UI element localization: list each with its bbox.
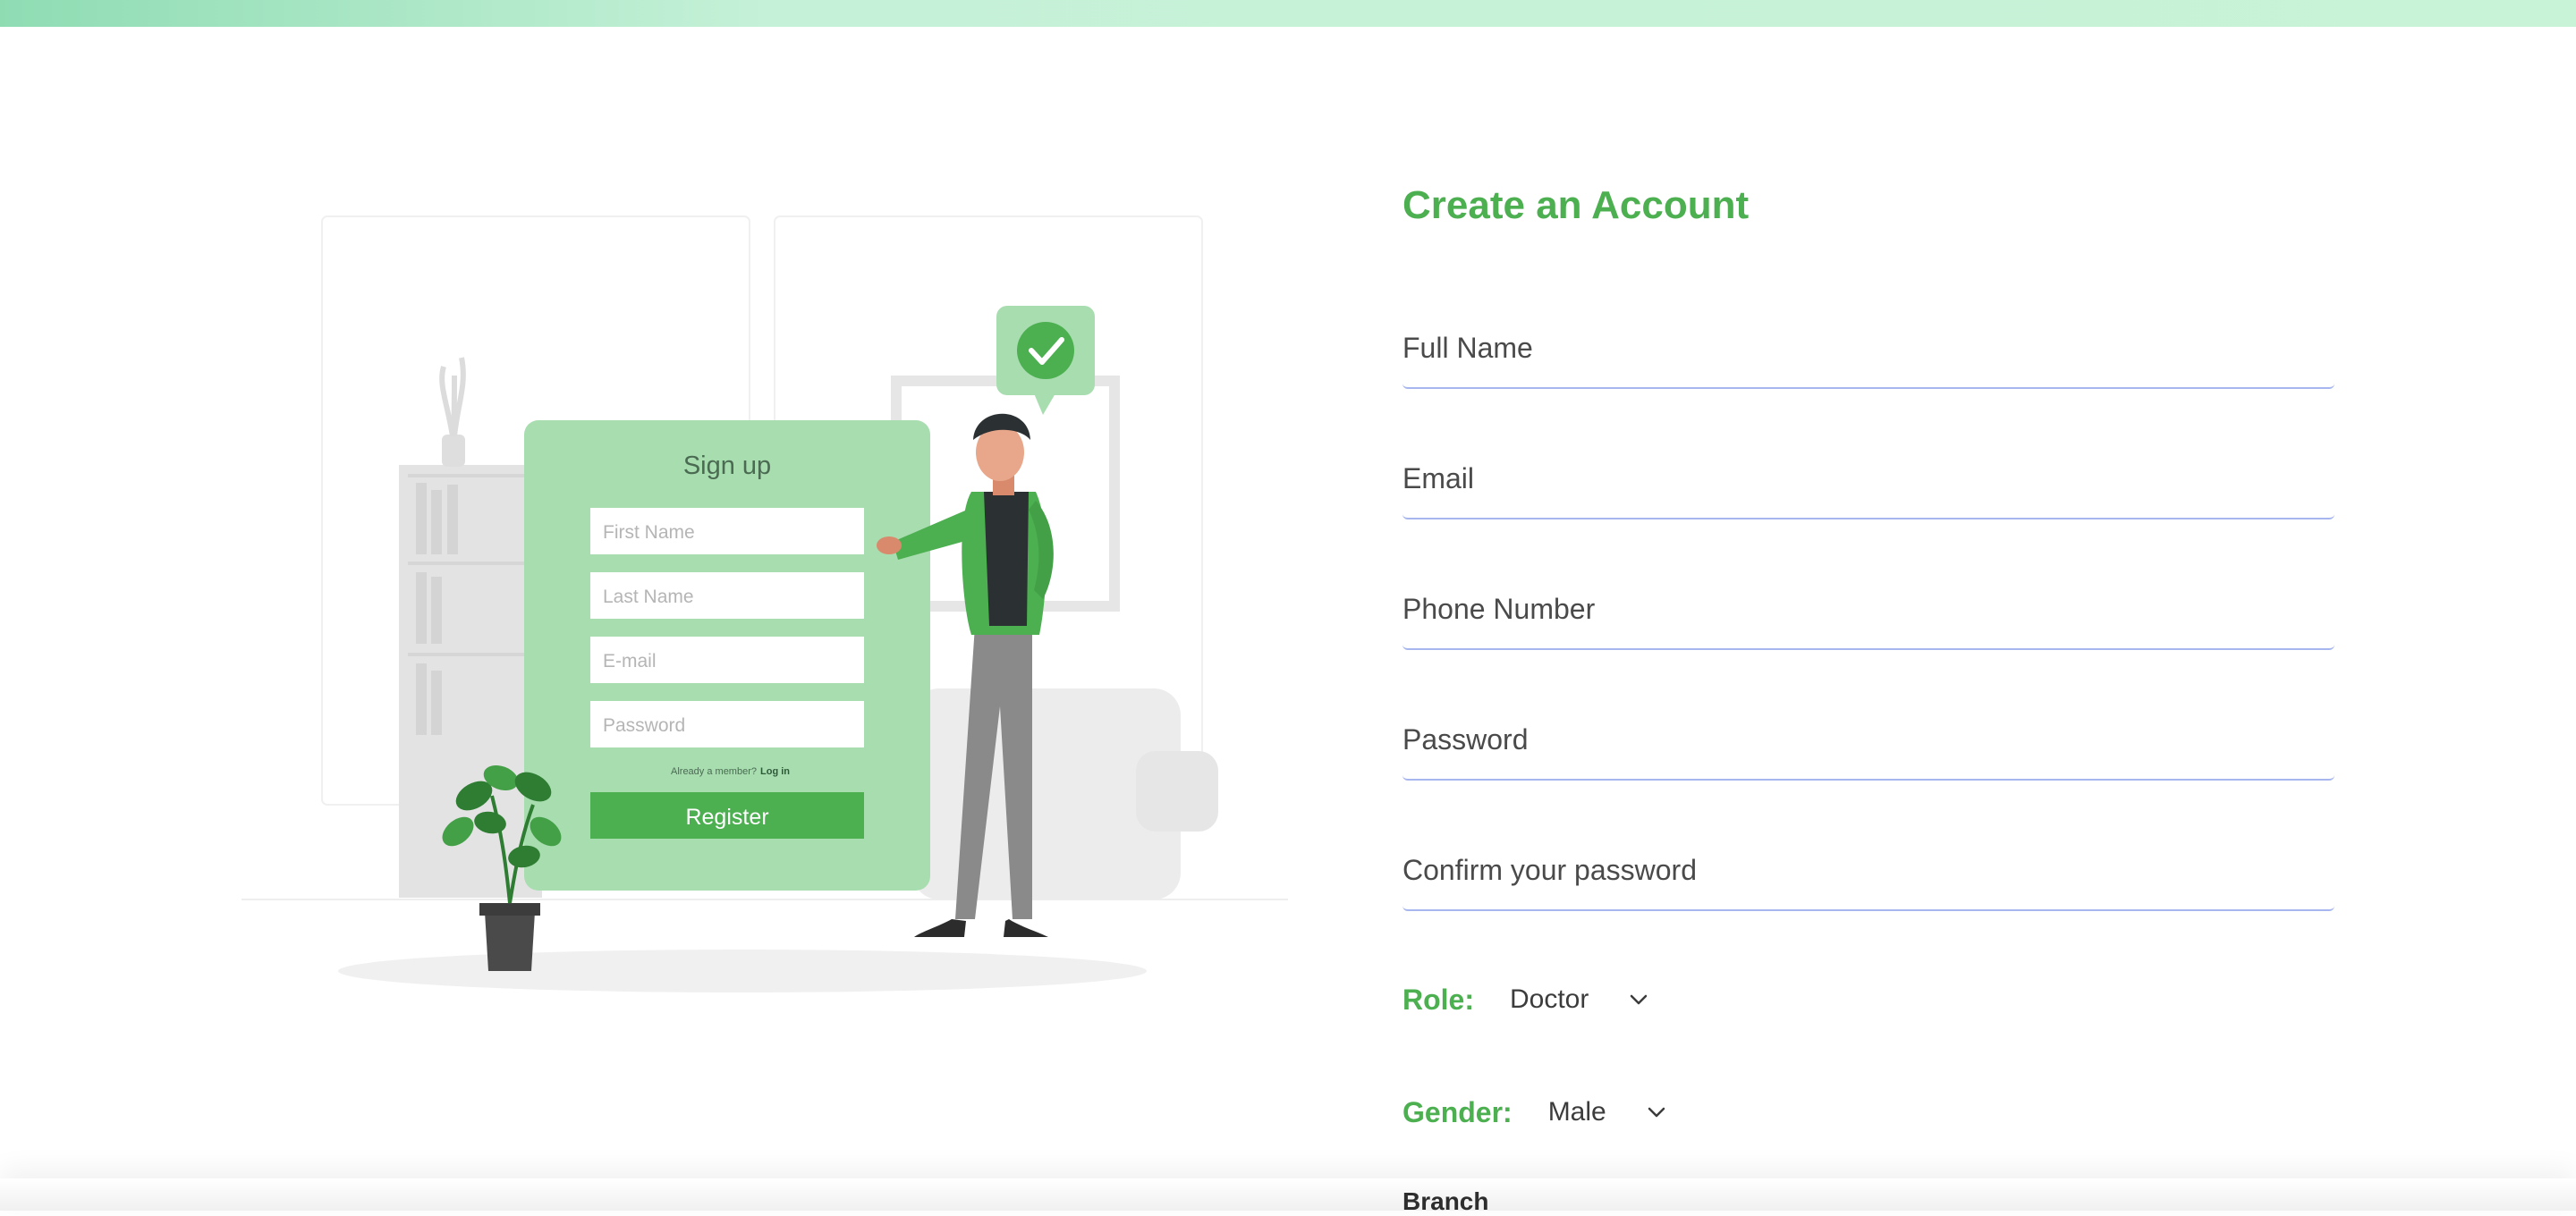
card-register-button: Register <box>685 805 768 830</box>
role-select[interactable]: Doctor <box>1510 984 1648 1015</box>
full-name-input[interactable] <box>1402 308 2334 387</box>
phone-input[interactable] <box>1402 570 2334 648</box>
check-icon <box>1017 322 1074 379</box>
confirm-password-field <box>1402 831 2334 911</box>
page-title: Create an Account <box>1402 183 1750 227</box>
signup-illustration: Sign up First Name Last Name E-mail Pass… <box>242 215 1288 992</box>
email-field <box>1402 439 2334 519</box>
card-title: Sign up <box>683 452 771 480</box>
confirm-password-input[interactable] <box>1402 831 2334 909</box>
password-input[interactable] <box>1402 700 2334 779</box>
gender-label: Gender: <box>1402 1095 1513 1128</box>
top-accent-bar <box>0 0 2576 27</box>
chevron-down-icon <box>1648 1107 1665 1118</box>
chevron-down-icon <box>1631 994 1648 1005</box>
card-input-password: Password <box>603 715 685 736</box>
card-input-email: E-mail <box>603 651 657 671</box>
gender-row: Gender: Male <box>1402 1090 1665 1135</box>
card-member-text: Already a member? <box>671 766 757 777</box>
full-name-field <box>1402 308 2334 389</box>
bottom-shadow <box>0 1178 2576 1211</box>
gender-selected-value: Male <box>1547 1097 1606 1127</box>
email-input[interactable] <box>1402 439 2334 518</box>
card-input-last-name: Last Name <box>603 587 694 607</box>
role-selected-value: Doctor <box>1510 984 1589 1014</box>
role-label: Role: <box>1402 983 1474 1016</box>
phone-field <box>1402 570 2334 650</box>
gender-select[interactable]: Male <box>1548 1097 1665 1127</box>
role-row: Role: Doctor <box>1402 977 1648 1022</box>
card-input-first-name: First Name <box>603 522 695 543</box>
card-login-link: Log in <box>760 766 790 777</box>
password-field <box>1402 700 2334 781</box>
